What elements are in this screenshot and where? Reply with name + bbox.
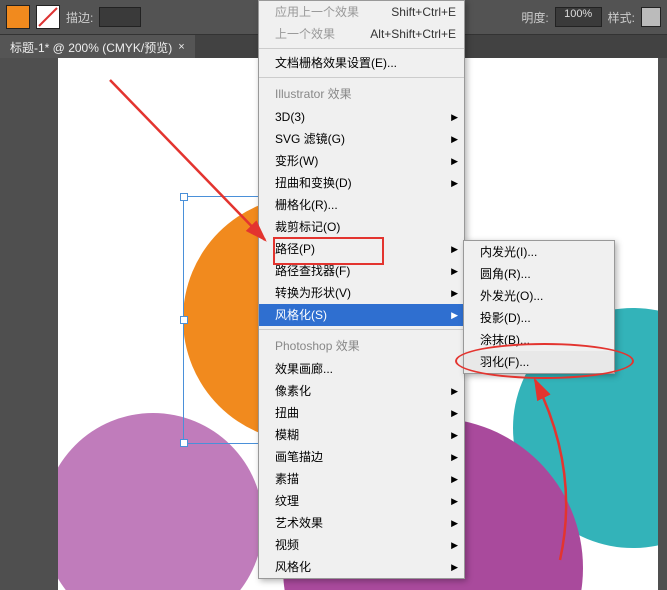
handle[interactable] bbox=[180, 316, 188, 324]
submenu-drop-shadow[interactable]: 投影(D)... bbox=[464, 307, 614, 329]
stroke-swatch[interactable] bbox=[36, 5, 60, 29]
menu-item-pathfinder[interactable]: 路径查找器(F) bbox=[259, 260, 464, 282]
menu-header-photoshop: Photoshop 效果 bbox=[259, 333, 464, 358]
separator bbox=[259, 48, 464, 49]
close-icon[interactable]: × bbox=[178, 41, 184, 53]
submenu-inner-glow[interactable]: 内发光(I)... bbox=[464, 241, 614, 263]
stroke-label: 描边: bbox=[66, 9, 93, 26]
menu-item-brush[interactable]: 画笔描边 bbox=[259, 446, 464, 468]
handle[interactable] bbox=[180, 193, 188, 201]
submenu-scribble[interactable]: 涂抹(B)... bbox=[464, 329, 614, 351]
menu-item-raster-settings[interactable]: 文档栅格效果设置(E)... bbox=[259, 52, 464, 74]
menu-item-stylize[interactable]: 风格化(S) bbox=[259, 304, 464, 326]
menu-item-svg[interactable]: SVG 滤镜(G) bbox=[259, 128, 464, 150]
menu-item-stylize-ps[interactable]: 风格化 bbox=[259, 556, 464, 578]
menu-item-video[interactable]: 视频 bbox=[259, 534, 464, 556]
menu-item-distort2[interactable]: 扭曲 bbox=[259, 402, 464, 424]
separator bbox=[259, 329, 464, 330]
opacity-input[interactable]: 100% bbox=[555, 7, 602, 27]
opacity-label: 明度: bbox=[521, 9, 548, 26]
stylize-submenu: 内发光(I)... 圆角(R)... 外发光(O)... 投影(D)... 涂抹… bbox=[463, 240, 615, 374]
menu-item-texture[interactable]: 纹理 bbox=[259, 490, 464, 512]
menu-item-apply-last[interactable]: 应用上一个效果 Shift+Ctrl+E bbox=[259, 1, 464, 23]
menu-item-sketch[interactable]: 素描 bbox=[259, 468, 464, 490]
tab-title: 标题-1* @ 200% (CMYK/预览) bbox=[10, 39, 172, 56]
style-label: 样式: bbox=[608, 9, 635, 26]
menu-item-pixelate[interactable]: 像素化 bbox=[259, 380, 464, 402]
handle[interactable] bbox=[180, 439, 188, 447]
menu-item-distort[interactable]: 扭曲和变换(D) bbox=[259, 172, 464, 194]
submenu-feather[interactable]: 羽化(F)... bbox=[464, 351, 614, 373]
effect-menu: 应用上一个效果 Shift+Ctrl+E 上一个效果 Alt+Shift+Ctr… bbox=[258, 0, 465, 579]
menu-item-blur[interactable]: 模糊 bbox=[259, 424, 464, 446]
menu-item-gallery[interactable]: 效果画廊... bbox=[259, 358, 464, 380]
menu-item-cropmarks[interactable]: 裁剪标记(O) bbox=[259, 216, 464, 238]
menu-header-illustrator: Illustrator 效果 bbox=[259, 81, 464, 106]
fill-swatch[interactable] bbox=[6, 5, 30, 29]
submenu-outer-glow[interactable]: 外发光(O)... bbox=[464, 285, 614, 307]
menu-item-artistic[interactable]: 艺术效果 bbox=[259, 512, 464, 534]
menu-item-3d[interactable]: 3D(3) bbox=[259, 106, 464, 128]
document-tab[interactable]: 标题-1* @ 200% (CMYK/预览) × bbox=[0, 35, 195, 60]
separator bbox=[259, 77, 464, 78]
style-swatch[interactable] bbox=[641, 7, 661, 27]
menu-item-path[interactable]: 路径(P) bbox=[259, 238, 464, 260]
menu-item-rasterize[interactable]: 栅格化(R)... bbox=[259, 194, 464, 216]
menu-item-warp[interactable]: 变形(W) bbox=[259, 150, 464, 172]
menu-item-convert-shape[interactable]: 转换为形状(V) bbox=[259, 282, 464, 304]
menu-item-last-effect[interactable]: 上一个效果 Alt+Shift+Ctrl+E bbox=[259, 23, 464, 45]
stroke-weight-input[interactable] bbox=[99, 7, 141, 27]
submenu-round-corners[interactable]: 圆角(R)... bbox=[464, 263, 614, 285]
